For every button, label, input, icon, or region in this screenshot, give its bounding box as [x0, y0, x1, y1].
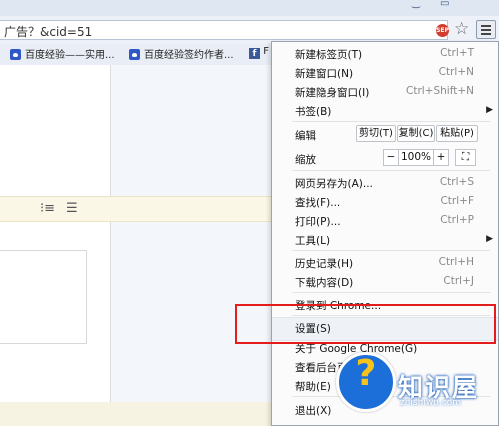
facebook-icon: f [249, 48, 260, 59]
menu-item-incognito[interactable]: 新建隐身窗口(I) [295, 85, 369, 100]
shortcut-find: Ctrl+F [440, 195, 474, 207]
watermark-question-glyph: ? [355, 353, 377, 394]
menu-item-help[interactable]: 帮助(E) [295, 379, 331, 394]
bookmark-label: F [263, 46, 269, 57]
bookmark-item[interactable]: f F [249, 46, 269, 62]
zoom-in-button[interactable]: + [433, 149, 449, 166]
page-content [0, 65, 111, 426]
menu-bar-icon [481, 29, 491, 31]
menu-item-bookmarks[interactable]: 书签(B) [295, 104, 331, 119]
menu-bar-icon [481, 25, 491, 27]
menu-item-new-window[interactable]: 新建窗口(N) [295, 66, 353, 81]
settings-annotation-box [235, 304, 496, 344]
shortcut-new-tab: Ctrl+T [440, 47, 474, 59]
menu-item-find[interactable]: 查找(F)... [295, 195, 340, 210]
baidu-paw-icon [129, 49, 140, 60]
menu-separator [292, 250, 490, 251]
paste-button[interactable]: 粘贴(P) [436, 125, 478, 142]
menu-separator [292, 121, 490, 122]
zoom-level: 100% [399, 149, 433, 166]
page-band [0, 402, 271, 426]
shortcut-downloads: Ctrl+J [443, 275, 474, 287]
bookmark-star-icon[interactable]: ☆ [454, 19, 469, 39]
chrome-menu-button[interactable] [476, 20, 496, 39]
address-bar[interactable]: 广告？&cid=51 SEP [0, 20, 449, 40]
extension-sep-icon[interactable]: SEP [436, 24, 449, 37]
menu-item-downloads[interactable]: 下载内容(D) [295, 275, 353, 290]
menu-item-history[interactable]: 历史记录(H) [295, 256, 353, 271]
cut-button[interactable]: 剪切(T) [356, 125, 396, 142]
bookmark-item[interactable]: 百度经验——实用... [10, 46, 115, 62]
shortcut-history: Ctrl+H [438, 256, 474, 268]
fullscreen-icon[interactable]: ⛶ [455, 149, 476, 166]
menu-item-print[interactable]: 打印(P)... [295, 214, 341, 229]
submenu-arrow-icon: ▶ [486, 105, 493, 115]
menu-separator [292, 170, 490, 171]
page-content-side [111, 65, 271, 426]
menu-label-zoom: 缩放 [295, 154, 316, 166]
title-strip [0, 0, 499, 16]
baidu-paw-icon [10, 49, 21, 60]
bookmark-item[interactable]: 百度经验签约作者... [129, 46, 234, 62]
bookmark-label: 百度经验——实用... [25, 50, 115, 61]
shortcut-print: Ctrl+P [440, 214, 474, 226]
menu-item-exit[interactable]: 退出(X) [295, 403, 331, 418]
content-box [0, 250, 87, 344]
url-text: 广告？&cid=51 [4, 25, 93, 39]
watermark-url: zhishiwu.com [400, 398, 461, 408]
shortcut-new-window: Ctrl+N [438, 66, 474, 78]
list-icon[interactable]: ☰ [66, 201, 78, 216]
menu-item-new-tab[interactable]: 新建标签页(T) [295, 47, 362, 62]
bookmark-label: 百度经验签约作者... [144, 50, 234, 61]
shortcut-incognito: Ctrl+Shift+N [406, 85, 474, 97]
zoom-out-button[interactable]: − [383, 149, 399, 166]
shortcut-save-as: Ctrl+S [439, 176, 474, 188]
minimize-icon[interactable]: ‿ [412, 0, 420, 12]
menu-item-save-as[interactable]: 网页另存为(A)... [295, 176, 373, 191]
menu-item-tools[interactable]: 工具(L) [295, 233, 330, 248]
menu-label-edit: 编辑 [295, 130, 316, 142]
submenu-arrow-icon: ▶ [486, 234, 493, 244]
copy-button[interactable]: 复制(C) [397, 125, 435, 142]
menu-separator [292, 292, 490, 293]
restore-icon[interactable]: ▭ [440, 0, 449, 12]
indent-icon[interactable]: ⁝≡ [40, 201, 55, 216]
menu-bar-icon [481, 33, 491, 35]
